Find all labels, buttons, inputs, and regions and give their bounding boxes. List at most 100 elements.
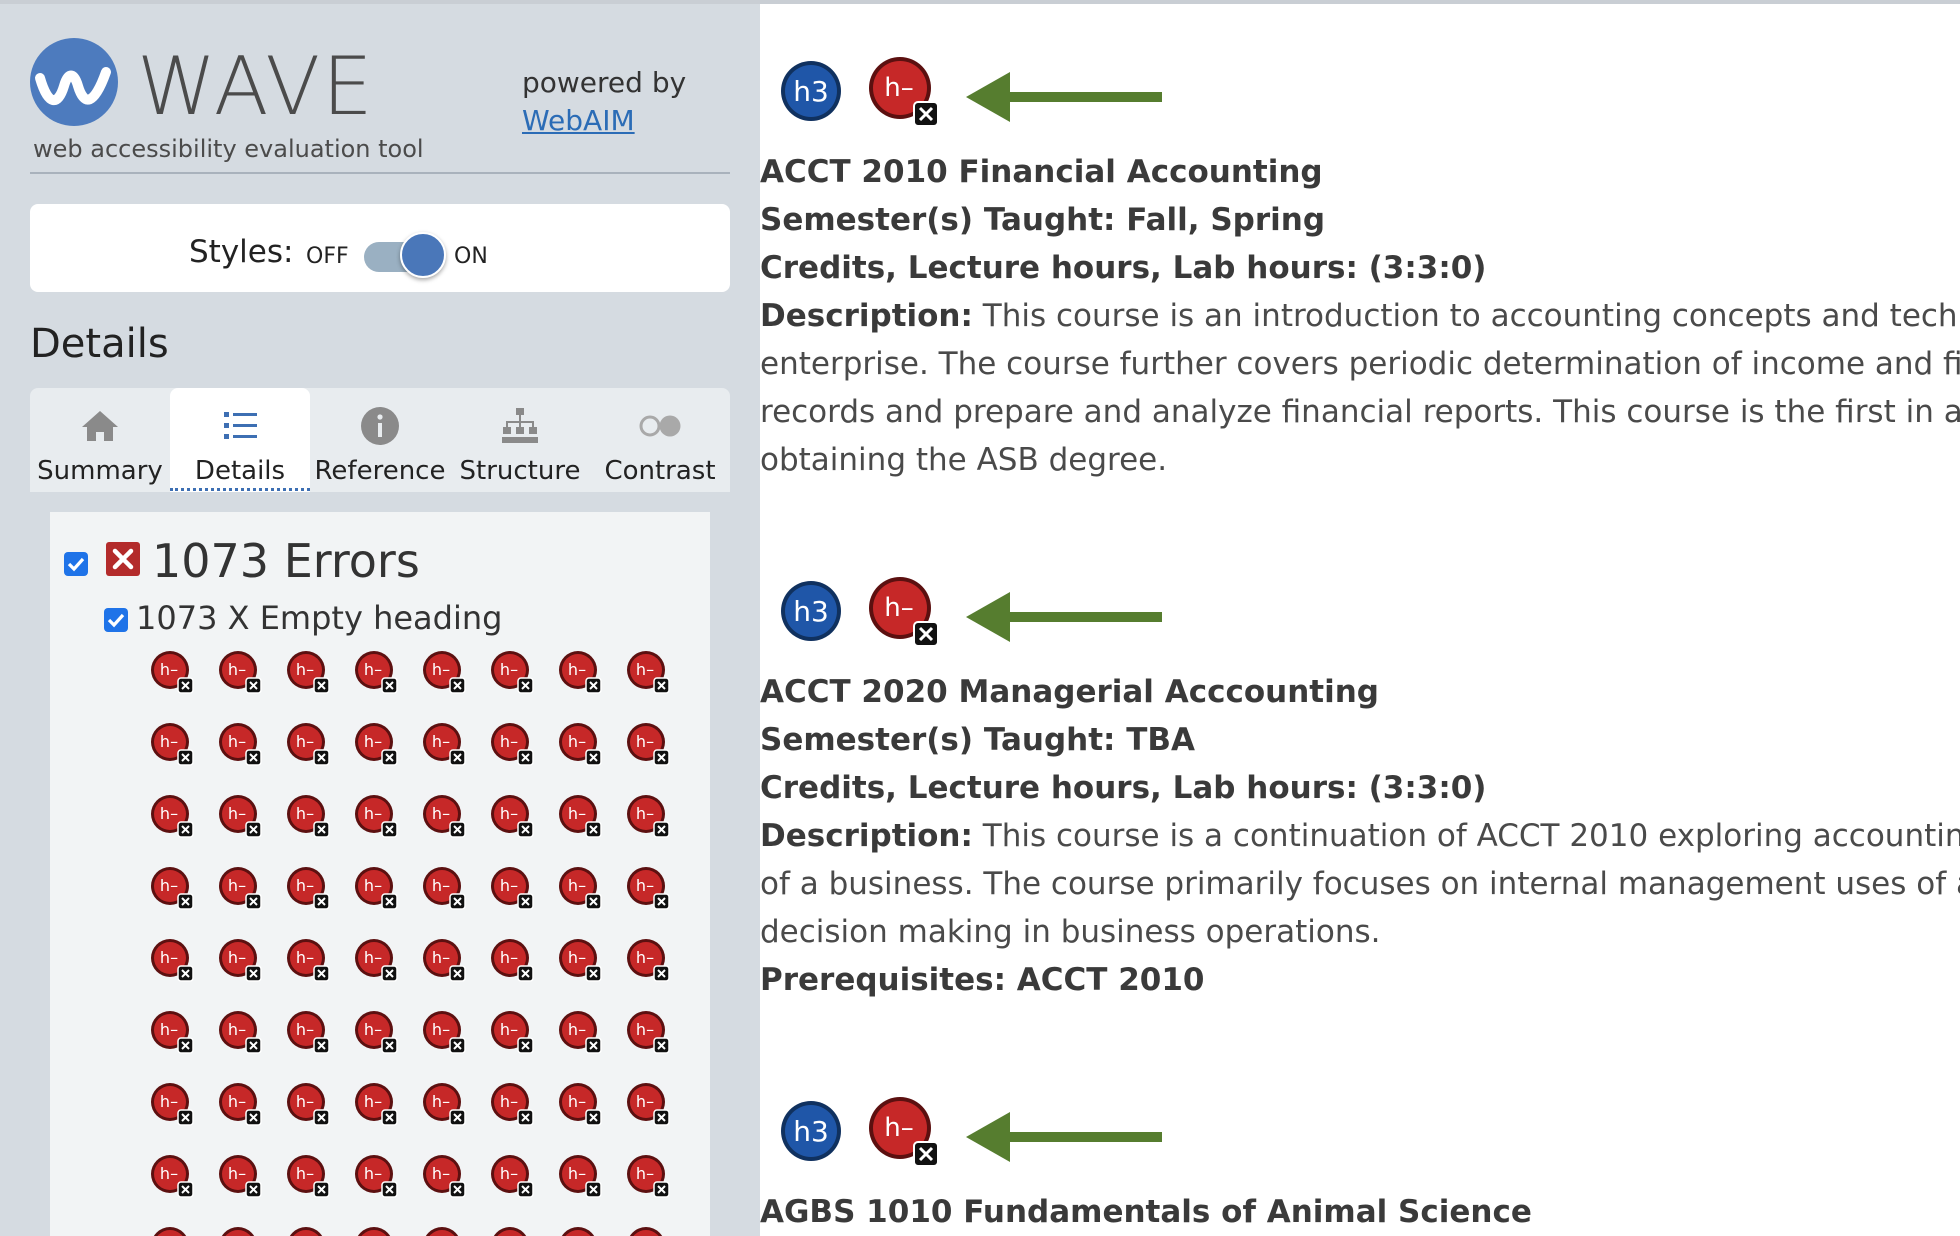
- empty-heading-error-icon[interactable]: h–: [626, 1010, 670, 1054]
- empty-heading-error-icon[interactable]: h–: [422, 722, 466, 766]
- empty-heading-error-icon[interactable]: h–: [422, 650, 466, 694]
- details-heading: Details: [30, 321, 169, 367]
- empty-heading-error-icon[interactable]: h–: [354, 1154, 398, 1198]
- empty-heading-error-icon[interactable]: h–: [354, 1082, 398, 1126]
- empty-heading-error-icon[interactable]: h–: [626, 1154, 670, 1198]
- empty-heading-error-icon[interactable]: h–: [626, 794, 670, 838]
- empty-heading-error-icon[interactable]: h–: [150, 1226, 194, 1236]
- empty-heading-error-icon[interactable]: h–: [490, 1226, 534, 1236]
- empty-heading-error-icon[interactable]: h–: [354, 650, 398, 694]
- icon-text: h–: [500, 1020, 518, 1039]
- empty-heading-error-icon[interactable]: h–: [558, 1082, 602, 1126]
- empty-heading-error-icon[interactable]: h–: [626, 650, 670, 694]
- course-credits: Credits, Lecture hours, Lab hours: (3:3:…: [760, 250, 1487, 286]
- empty-heading-error-icon[interactable]: h–: [218, 1154, 262, 1198]
- empty-heading-error-icon[interactable]: h–: [490, 794, 534, 838]
- empty-heading-error-icon[interactable]: h–: [558, 722, 602, 766]
- h3-heading-icon[interactable]: h3: [780, 60, 842, 122]
- empty-heading-error-icon[interactable]: h–: [558, 866, 602, 910]
- empty-heading-error-icon[interactable]: h–: [422, 1226, 466, 1236]
- empty-heading-error-icon[interactable]: h–: [286, 938, 330, 982]
- styles-toggle-panel: Styles: OFF ON: [30, 204, 730, 292]
- empty-heading-error-icon[interactable]: h–: [422, 1154, 466, 1198]
- empty-heading-error-icon[interactable]: h–: [286, 1226, 330, 1236]
- course-title: ACCT 2010 Financial Accounting: [760, 154, 1323, 190]
- icon-text: h–: [160, 660, 178, 679]
- empty-heading-error-icon[interactable]: h–: [218, 1010, 262, 1054]
- empty-heading-error-icon[interactable]: h–: [354, 866, 398, 910]
- heading-badges: h3 h–: [770, 46, 1170, 128]
- empty-heading-error-icon[interactable]: h–: [422, 1082, 466, 1126]
- tab-summary[interactable]: Summary: [30, 388, 170, 492]
- tab-structure[interactable]: Structure: [450, 388, 590, 492]
- tab-reference[interactable]: Reference: [310, 388, 450, 492]
- empty-heading-error-icon[interactable]: h–: [286, 1154, 330, 1198]
- empty-heading-label: 1073 X Empty heading: [136, 599, 503, 637]
- empty-heading-error-icon[interactable]: h–: [218, 650, 262, 694]
- empty-heading-error-icon[interactable]: h–: [150, 1154, 194, 1198]
- empty-heading-error-icon[interactable]: h–: [150, 650, 194, 694]
- empty-heading-error-icon[interactable]: h–: [490, 938, 534, 982]
- h3-heading-icon[interactable]: h3: [780, 1100, 842, 1162]
- empty-heading-error-icon[interactable]: h–: [354, 1010, 398, 1054]
- empty-heading-error-icon[interactable]: h–: [286, 1010, 330, 1054]
- empty-heading-error-icon[interactable]: h–: [354, 794, 398, 838]
- empty-heading-error-icon[interactable]: h–: [422, 866, 466, 910]
- empty-heading-error-icon[interactable]: h–: [354, 722, 398, 766]
- empty-heading-error-icon[interactable]: h–: [218, 722, 262, 766]
- empty-heading-error-icon[interactable]: h–: [218, 938, 262, 982]
- empty-heading-error-icon[interactable]: h–: [286, 866, 330, 910]
- styles-toggle-knob[interactable]: [400, 232, 446, 278]
- empty-heading-error-icon[interactable]: h–: [354, 938, 398, 982]
- empty-heading-error-icon[interactable]: h–: [218, 794, 262, 838]
- empty-heading-error-icon[interactable]: h–: [286, 722, 330, 766]
- empty-heading-error-icon[interactable]: h–: [558, 650, 602, 694]
- empty-heading-error-icon[interactable]: h–: [626, 866, 670, 910]
- tab-contrast[interactable]: Contrast: [590, 388, 730, 492]
- empty-heading-error-icon[interactable]: h–: [490, 650, 534, 694]
- empty-heading-error-icon[interactable]: h–: [422, 938, 466, 982]
- empty-heading-error-icon[interactable]: h–: [150, 794, 194, 838]
- empty-heading-error-icon[interactable]: h–: [150, 866, 194, 910]
- empty-heading-error-icon[interactable]: h–: [558, 1226, 602, 1236]
- empty-heading-error-icon[interactable]: h–: [558, 1010, 602, 1054]
- empty-heading-error-icon[interactable]: h–: [150, 1010, 194, 1054]
- empty-heading-error-icon[interactable]: h–: [626, 722, 670, 766]
- empty-heading-checkbox[interactable]: [104, 608, 128, 632]
- empty-heading-error-icon[interactable]: h–: [490, 1082, 534, 1126]
- webaim-link[interactable]: WebAIM: [522, 104, 635, 138]
- empty-heading-error-icon[interactable]: h–: [868, 56, 940, 128]
- empty-heading-error-icon[interactable]: h–: [868, 576, 940, 648]
- empty-heading-error-icon[interactable]: h–: [218, 1082, 262, 1126]
- empty-heading-error-icon[interactable]: h–: [286, 794, 330, 838]
- empty-heading-error-icon[interactable]: h–: [150, 1082, 194, 1126]
- empty-heading-error-icon[interactable]: h–: [150, 722, 194, 766]
- empty-heading-error-icon[interactable]: h–: [286, 1082, 330, 1126]
- empty-heading-error-icon[interactable]: h–: [150, 938, 194, 982]
- empty-heading-error-icon[interactable]: h–: [626, 938, 670, 982]
- icon-text: h–: [636, 948, 654, 967]
- empty-heading-error-icon[interactable]: h–: [626, 1226, 670, 1236]
- empty-heading-error-icon[interactable]: h–: [286, 650, 330, 694]
- empty-heading-error-icon[interactable]: h–: [490, 866, 534, 910]
- h3-heading-icon[interactable]: h3: [780, 580, 842, 642]
- empty-heading-error-icon[interactable]: h–: [558, 794, 602, 838]
- icon-text: h–: [364, 660, 382, 679]
- empty-heading-error-icon[interactable]: h–: [490, 1010, 534, 1054]
- icon-text: h–: [160, 948, 178, 967]
- empty-heading-error-icon[interactable]: h–: [558, 1154, 602, 1198]
- course-description-line: records and prepare and analyze financia…: [760, 394, 1960, 430]
- empty-heading-error-icon[interactable]: h–: [218, 866, 262, 910]
- empty-heading-error-icon[interactable]: h–: [218, 1226, 262, 1236]
- empty-heading-error-icon[interactable]: h–: [490, 1154, 534, 1198]
- empty-heading-error-icon[interactable]: h–: [558, 938, 602, 982]
- empty-heading-error-icon[interactable]: h–: [422, 1010, 466, 1054]
- empty-heading-error-icon[interactable]: h–: [626, 1082, 670, 1126]
- icon-text: h–: [364, 804, 382, 823]
- tab-details[interactable]: Details: [170, 388, 310, 492]
- empty-heading-error-icon[interactable]: h–: [354, 1226, 398, 1236]
- empty-heading-error-icon[interactable]: h–: [490, 722, 534, 766]
- empty-heading-error-icon[interactable]: h–: [868, 1096, 940, 1168]
- empty-heading-error-icon[interactable]: h–: [422, 794, 466, 838]
- errors-checkbox[interactable]: [64, 552, 88, 576]
